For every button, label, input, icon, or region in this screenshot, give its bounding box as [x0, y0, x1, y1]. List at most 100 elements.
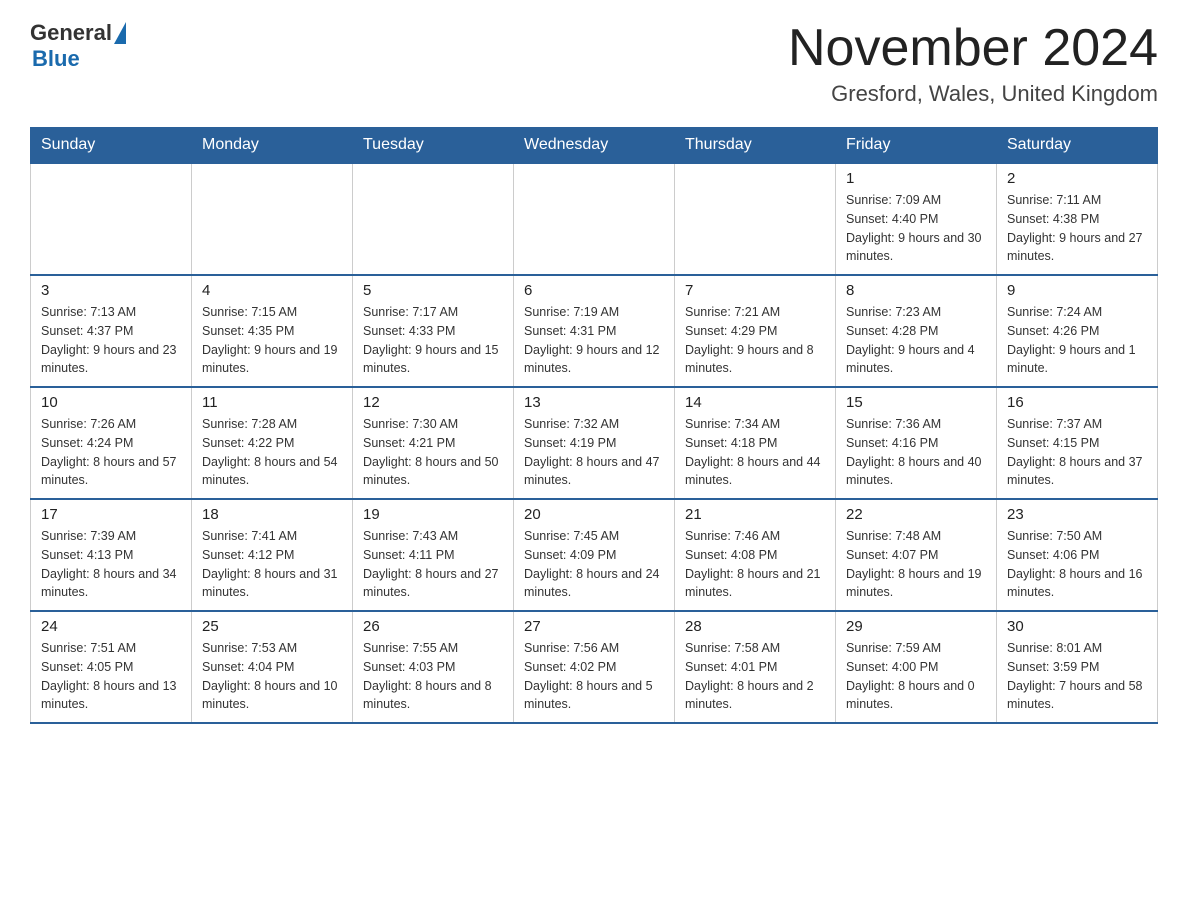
calendar-day-cell: 26Sunrise: 7:55 AMSunset: 4:03 PMDayligh…	[353, 611, 514, 723]
day-info: Sunrise: 7:48 AMSunset: 4:07 PMDaylight:…	[846, 527, 986, 602]
calendar-day-cell: 2Sunrise: 7:11 AMSunset: 4:38 PMDaylight…	[997, 163, 1158, 275]
day-info: Sunrise: 8:01 AMSunset: 3:59 PMDaylight:…	[1007, 639, 1147, 714]
day-number: 1	[846, 170, 986, 187]
calendar-day-cell	[514, 163, 675, 275]
calendar-day-cell: 17 Sunrise: 7:39 AMSunset: 4:13 PMDayligh…	[31, 499, 192, 611]
calendar-table: SundayMondayTuesdayWednesdayThursdayFrid…	[30, 127, 1158, 724]
day-number: 13	[524, 394, 664, 411]
day-info: Sunrise: 7:37 AMSunset: 4:15 PMDaylight:…	[1007, 415, 1147, 490]
day-number: 19	[363, 506, 503, 523]
calendar-day-cell	[675, 163, 836, 275]
weekday-header: Saturday	[997, 128, 1158, 164]
calendar-day-cell: 10 Sunrise: 7:26 AMSunset: 4:24 PMDayligh…	[31, 387, 192, 499]
day-number: 4	[202, 282, 342, 299]
calendar-day-cell: 24 Sunrise: 7:51 AMSunset: 4:05 PMDayligh…	[31, 611, 192, 723]
day-info: Sunrise: 7:36 AMSunset: 4:16 PMDaylight:…	[846, 415, 986, 490]
calendar-week-row: 3Sunrise: 7:13 AMSunset: 4:37 PMDaylight…	[31, 275, 1158, 387]
day-info: Sunrise: 7:43 AMSunset: 4:11 PMDaylight:…	[363, 527, 503, 602]
logo-general-text: General	[30, 20, 112, 46]
calendar-day-cell: 9 Sunrise: 7:24 AMSunset: 4:26 PMDaylight…	[997, 275, 1158, 387]
day-number: 6	[524, 282, 664, 299]
day-number: 3	[41, 282, 181, 299]
calendar-day-cell: 7Sunrise: 7:21 AMSunset: 4:29 PMDaylight…	[675, 275, 836, 387]
calendar-header-row: SundayMondayTuesdayWednesdayThursdayFrid…	[31, 128, 1158, 164]
day-number: 20	[524, 506, 664, 523]
day-info: Sunrise: 7:24 AMSunset: 4:26 PMDaylight:…	[1007, 303, 1147, 378]
calendar-week-row: 1 Sunrise: 7:09 AMSunset: 4:40 PMDaylight…	[31, 163, 1158, 275]
day-number: 29	[846, 618, 986, 635]
calendar-day-cell: 4Sunrise: 7:15 AMSunset: 4:35 PMDaylight…	[192, 275, 353, 387]
calendar-day-cell	[353, 163, 514, 275]
day-info: Sunrise: 7:46 AMSunset: 4:08 PMDaylight:…	[685, 527, 825, 602]
weekday-header: Monday	[192, 128, 353, 164]
day-info: Sunrise: 7:26 AMSunset: 4:24 PMDaylight:…	[41, 415, 181, 490]
day-number: 2	[1007, 170, 1147, 187]
logo-triangle-icon	[114, 22, 126, 44]
day-info: Sunrise: 7:41 AMSunset: 4:12 PMDaylight:…	[202, 527, 342, 602]
calendar-day-cell: 21 Sunrise: 7:46 AMSunset: 4:08 PMDayligh…	[675, 499, 836, 611]
day-info: Sunrise: 7:59 AMSunset: 4:00 PMDaylight:…	[846, 639, 986, 714]
day-number: 10	[41, 394, 181, 411]
day-info: Sunrise: 7:56 AMSunset: 4:02 PMDaylight:…	[524, 639, 664, 714]
day-info: Sunrise: 7:51 AMSunset: 4:05 PMDaylight:…	[41, 639, 181, 714]
day-number: 24	[41, 618, 181, 635]
day-number: 7	[685, 282, 825, 299]
day-number: 23	[1007, 506, 1147, 523]
day-info: Sunrise: 7:28 AMSunset: 4:22 PMDaylight:…	[202, 415, 342, 490]
day-number: 16	[1007, 394, 1147, 411]
day-info: Sunrise: 7:23 AMSunset: 4:28 PMDaylight:…	[846, 303, 986, 378]
calendar-day-cell: 13 Sunrise: 7:32 AMSunset: 4:19 PMDayligh…	[514, 387, 675, 499]
day-info: Sunrise: 7:39 AMSunset: 4:13 PMDaylight:…	[41, 527, 181, 602]
day-number: 15	[846, 394, 986, 411]
calendar-day-cell: 3Sunrise: 7:13 AMSunset: 4:37 PMDaylight…	[31, 275, 192, 387]
calendar-day-cell: 28 Sunrise: 7:58 AMSunset: 4:01 PMDayligh…	[675, 611, 836, 723]
day-info: Sunrise: 7:34 AMSunset: 4:18 PMDaylight:…	[685, 415, 825, 490]
day-number: 21	[685, 506, 825, 523]
calendar-week-row: 24 Sunrise: 7:51 AMSunset: 4:05 PMDayligh…	[31, 611, 1158, 723]
calendar-day-cell: 30 Sunrise: 8:01 AMSunset: 3:59 PMDayligh…	[997, 611, 1158, 723]
day-info: Sunrise: 7:09 AMSunset: 4:40 PMDaylight:…	[846, 191, 986, 266]
month-title: November 2024	[788, 20, 1158, 77]
title-section: November 2024 Gresford, Wales, United Ki…	[788, 20, 1158, 107]
day-number: 27	[524, 618, 664, 635]
day-number: 9	[1007, 282, 1147, 299]
day-info: Sunrise: 7:32 AMSunset: 4:19 PMDaylight:…	[524, 415, 664, 490]
location: Gresford, Wales, United Kingdom	[788, 81, 1158, 107]
day-number: 11	[202, 394, 342, 411]
calendar-day-cell: 8 Sunrise: 7:23 AMSunset: 4:28 PMDaylight…	[836, 275, 997, 387]
weekday-header: Sunday	[31, 128, 192, 164]
calendar-day-cell: 27 Sunrise: 7:56 AMSunset: 4:02 PMDayligh…	[514, 611, 675, 723]
weekday-header: Friday	[836, 128, 997, 164]
calendar-day-cell: 25 Sunrise: 7:53 AMSunset: 4:04 PMDayligh…	[192, 611, 353, 723]
day-number: 5	[363, 282, 503, 299]
day-info: Sunrise: 7:53 AMSunset: 4:04 PMDaylight:…	[202, 639, 342, 714]
calendar-day-cell: 12Sunrise: 7:30 AMSunset: 4:21 PMDayligh…	[353, 387, 514, 499]
day-info: Sunrise: 7:45 AMSunset: 4:09 PMDaylight:…	[524, 527, 664, 602]
weekday-header: Tuesday	[353, 128, 514, 164]
day-info: Sunrise: 7:50 AMSunset: 4:06 PMDaylight:…	[1007, 527, 1147, 602]
day-number: 22	[846, 506, 986, 523]
day-number: 17	[41, 506, 181, 523]
weekday-header: Wednesday	[514, 128, 675, 164]
calendar-day-cell: 23 Sunrise: 7:50 AMSunset: 4:06 PMDayligh…	[997, 499, 1158, 611]
calendar-day-cell: 11 Sunrise: 7:28 AMSunset: 4:22 PMDayligh…	[192, 387, 353, 499]
weekday-header: Thursday	[675, 128, 836, 164]
calendar-day-cell: 16 Sunrise: 7:37 AMSunset: 4:15 PMDayligh…	[997, 387, 1158, 499]
day-number: 30	[1007, 618, 1147, 635]
day-number: 25	[202, 618, 342, 635]
day-number: 8	[846, 282, 986, 299]
calendar-day-cell: 20 Sunrise: 7:45 AMSunset: 4:09 PMDayligh…	[514, 499, 675, 611]
calendar-week-row: 10 Sunrise: 7:26 AMSunset: 4:24 PMDayligh…	[31, 387, 1158, 499]
calendar-day-cell: 29 Sunrise: 7:59 AMSunset: 4:00 PMDayligh…	[836, 611, 997, 723]
calendar-day-cell: 5 Sunrise: 7:17 AMSunset: 4:33 PMDaylight…	[353, 275, 514, 387]
day-info: Sunrise: 7:58 AMSunset: 4:01 PMDaylight:…	[685, 639, 825, 714]
calendar-day-cell: 6Sunrise: 7:19 AMSunset: 4:31 PMDaylight…	[514, 275, 675, 387]
day-number: 28	[685, 618, 825, 635]
logo: General Blue	[30, 20, 126, 72]
day-info: Sunrise: 7:17 AMSunset: 4:33 PMDaylight:…	[363, 303, 503, 378]
day-info: Sunrise: 7:55 AMSunset: 4:03 PMDaylight:…	[363, 639, 503, 714]
day-number: 18	[202, 506, 342, 523]
calendar-week-row: 17 Sunrise: 7:39 AMSunset: 4:13 PMDayligh…	[31, 499, 1158, 611]
page-header: General Blue November 2024 Gresford, Wal…	[30, 20, 1158, 107]
calendar-day-cell: 22 Sunrise: 7:48 AMSunset: 4:07 PMDayligh…	[836, 499, 997, 611]
